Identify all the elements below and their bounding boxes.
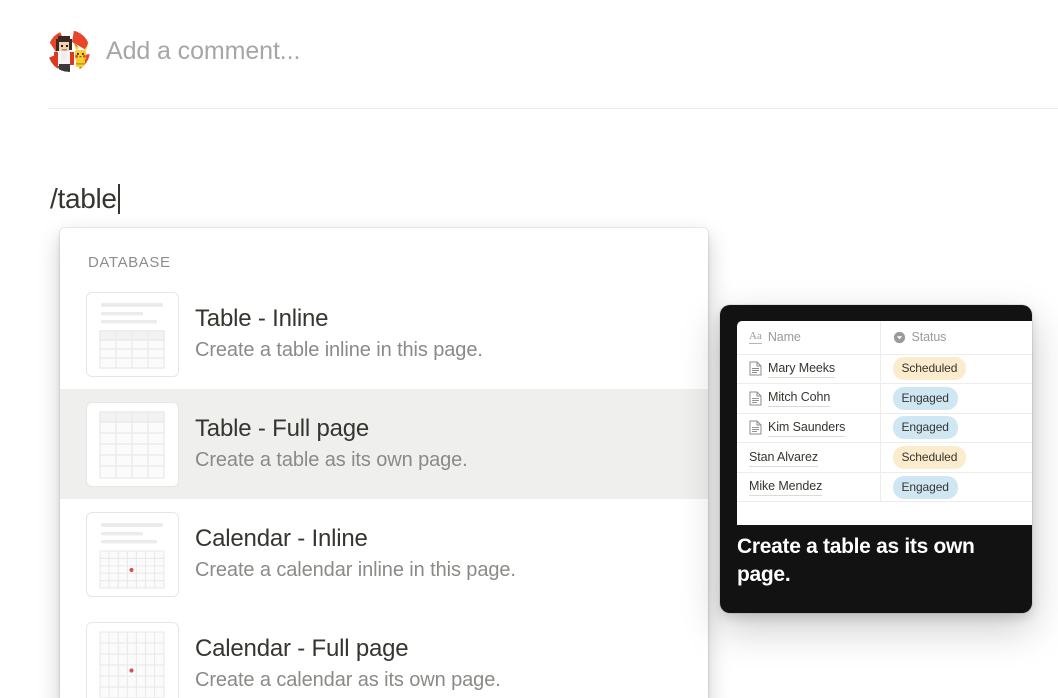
comment-input-placeholder[interactable]: Add a comment... [106, 36, 300, 66]
preview-table-card: Aa Name Status Mary Meeks Scheduled Mitc… [737, 321, 1032, 525]
row-name-text: Kim Saunders [768, 419, 845, 437]
menu-item-table-full-page[interactable]: Table - Full page Create a table as its … [60, 389, 708, 499]
table-row[interactable]: Mary Meeks Scheduled [737, 354, 1032, 385]
row-name-text: Mary Meeks [768, 360, 835, 378]
calendar-inline-icon [86, 511, 179, 597]
table-row[interactable]: Mike Mendez Engaged [737, 472, 1032, 503]
cell-name[interactable]: Stan Alvarez [737, 442, 881, 473]
table-inline-icon [86, 291, 179, 377]
comment-row[interactable]: Add a comment... [48, 30, 300, 72]
page-icon [749, 391, 762, 406]
menu-item-text: Calendar - Full page Create a calendar a… [195, 635, 501, 693]
menu-item-calendar-full-page[interactable]: Calendar - Full page Create a calendar a… [60, 609, 708, 698]
column-header-label: Name [767, 330, 801, 345]
menu-item-description: Create a calendar inline in this page. [195, 558, 516, 581]
cell-status[interactable]: Scheduled [880, 442, 1032, 473]
menu-item-calendar-inline[interactable]: Calendar - Inline Create a calendar inli… [60, 499, 708, 609]
cell-name[interactable]: Mary Meeks [737, 354, 881, 385]
cell-status[interactable]: Engaged [880, 383, 1032, 414]
menu-item-title: Calendar - Full page [195, 635, 409, 663]
row-name-text: Mike Mendez [749, 478, 822, 497]
menu-item-text: Calendar - Inline Create a calendar inli… [195, 525, 516, 583]
preview-table: Aa Name Status Mary Meeks Scheduled Mitc… [737, 321, 1032, 503]
table-row[interactable]: Mitch Cohn Engaged [737, 383, 1032, 414]
slash-command-line[interactable]: /table [50, 181, 120, 216]
status-badge: Engaged [892, 475, 958, 499]
calendar-fullpage-icon [86, 621, 179, 698]
slash-command-text: /table [50, 183, 117, 214]
status-badge: Engaged [892, 386, 958, 410]
avatar[interactable] [48, 30, 90, 72]
preview-table-body: Mary Meeks Scheduled Mitch Cohn Engaged … [737, 354, 1032, 503]
table-row[interactable]: Stan Alvarez Scheduled [737, 442, 1032, 473]
row-name-text: Stan Alvarez [749, 449, 818, 467]
menu-item-title: Table - Inline [195, 305, 329, 333]
table-fullpage-icon [86, 401, 179, 487]
text-property-icon: Aa [749, 330, 762, 344]
column-header-name[interactable]: Aa Name [737, 321, 881, 355]
column-header-label: Status [911, 330, 947, 345]
text-caret [117, 183, 120, 214]
page-icon [749, 420, 762, 435]
cell-name[interactable]: Mitch Cohn [737, 383, 881, 414]
table-row[interactable]: Kim Saunders Engaged [737, 413, 1032, 444]
menu-item-title: Calendar - Inline [195, 525, 368, 553]
preview-header-row: Aa Name Status [737, 321, 1032, 355]
cell-name[interactable]: Mike Mendez [737, 472, 881, 503]
menu-section-label-database: DATABASE [88, 254, 171, 271]
page-icon [749, 361, 762, 376]
cell-name[interactable]: Kim Saunders [737, 413, 881, 444]
menu-item-description: Create a table as its own page. [195, 448, 468, 471]
menu-item-title: Table - Full page [195, 415, 370, 443]
menu-item-table-inline[interactable]: Table - Inline Create a table inline in … [60, 279, 708, 389]
menu-item-description: Create a calendar as its own page. [195, 668, 501, 691]
cell-status[interactable]: Engaged [880, 413, 1032, 444]
status-badge: Engaged [892, 416, 958, 440]
row-name-text: Mitch Cohn [768, 389, 830, 408]
menu-item-text: Table - Inline Create a table inline in … [195, 305, 483, 363]
preview-caption: Create a table as its own page. [737, 535, 975, 586]
slash-command-menu[interactable]: DATABASE Table - Inline Create a table i… [60, 228, 708, 698]
app-root: Add a comment... /table DATABASE Table -… [0, 0, 1058, 698]
select-property-icon [893, 331, 906, 344]
column-header-status[interactable]: Status [880, 321, 1032, 355]
menu-item-text: Table - Full page Create a table as its … [195, 415, 468, 473]
menu-item-description: Create a table inline in this page. [195, 338, 483, 361]
content-divider [48, 108, 1058, 109]
status-badge: Scheduled [892, 446, 967, 470]
cell-status[interactable]: Engaged [880, 472, 1032, 503]
preview-tooltip: Aa Name Status Mary Meeks Scheduled Mitc… [720, 305, 1032, 613]
status-badge: Scheduled [892, 357, 967, 381]
preview-table-head: Aa Name Status [737, 321, 1032, 355]
cell-status[interactable]: Scheduled [880, 354, 1032, 385]
